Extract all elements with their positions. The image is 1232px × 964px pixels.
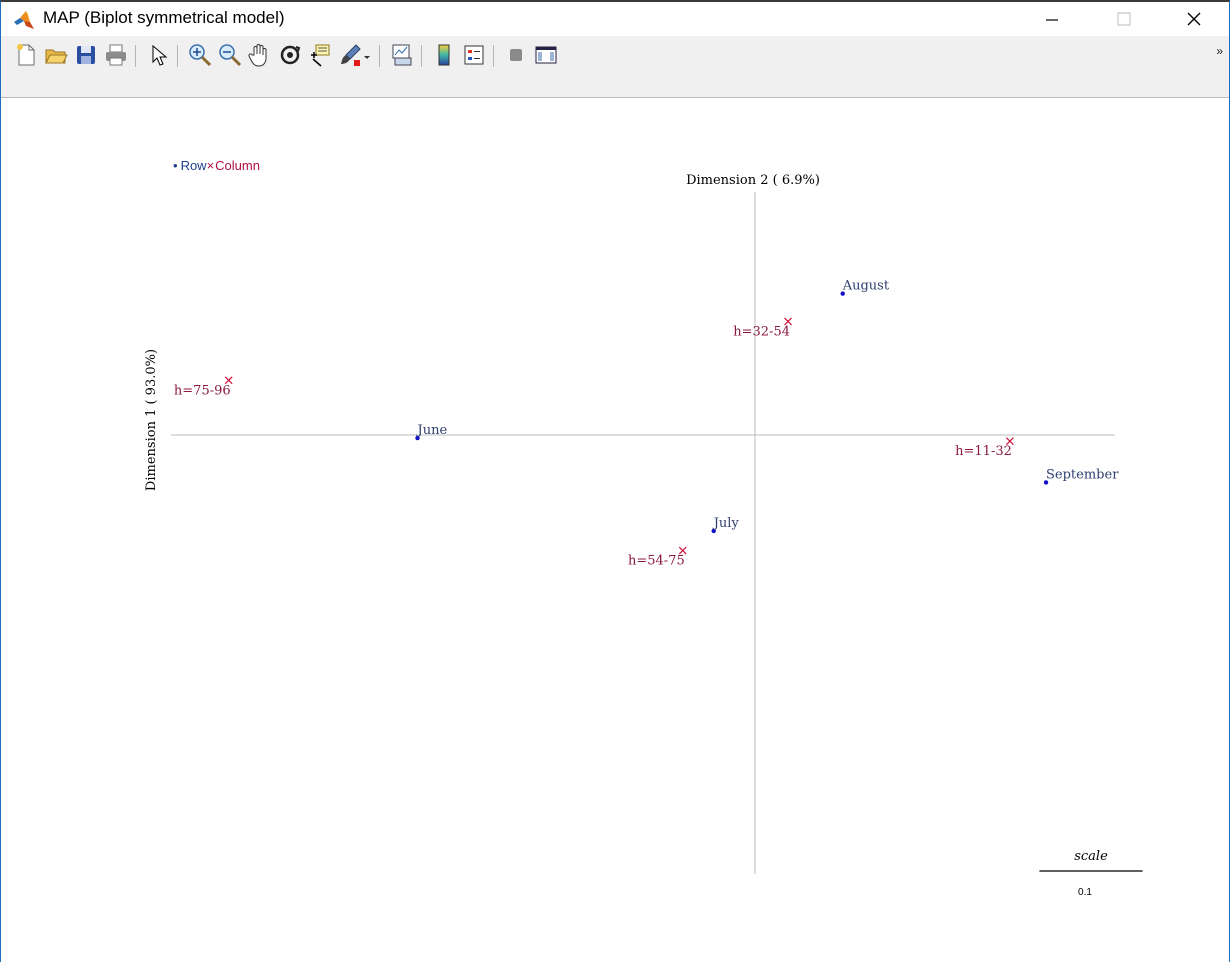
hide-plot-tools-icon [510, 49, 522, 61]
new-figure-button[interactable] [13, 42, 39, 68]
column-point-label-h-54-75: h=54-75 [628, 554, 685, 569]
biplot-axes: • Row×Column Dimension 2 ( 6.9%) Dimensio… [144, 158, 1143, 898]
printer-icon [106, 44, 126, 66]
pan-hand-icon [248, 44, 267, 67]
minimize-icon [1046, 19, 1058, 21]
legend-row-label: Row [181, 158, 208, 173]
toolbar-separator [135, 45, 136, 67]
row-point-label-june: June [416, 423, 448, 438]
scale-title: scale [1074, 849, 1108, 864]
chevron-down-icon [364, 56, 370, 59]
toolbar-separator [493, 45, 494, 67]
print-button[interactable] [103, 42, 129, 68]
colorbar-button[interactable] [431, 42, 457, 68]
edit-plot-button[interactable] [145, 42, 171, 68]
row-point-label-july: July [712, 516, 740, 531]
column-point-label-h-75-96: h=75-96 [174, 383, 231, 398]
pan-button[interactable] [247, 42, 273, 68]
window-title: MAP (Biplot symmetrical model) [43, 8, 285, 27]
toolbar-overflow-button[interactable]: » [1216, 44, 1223, 58]
legend-column-label: Column [215, 158, 260, 173]
scale-bar-label: 0.1 [1078, 887, 1092, 898]
close-icon [1187, 12, 1201, 26]
rotate-3d-button[interactable] [277, 42, 303, 68]
rotate-3d-icon [280, 45, 301, 65]
legend: • Row×Column [173, 158, 260, 173]
new-file-icon [17, 44, 35, 66]
column-point-label-h-32-54: h=32-54 [733, 324, 790, 339]
save-disk-icon [77, 46, 95, 64]
hide-plot-tools-button[interactable] [503, 42, 529, 68]
maximize-button[interactable] [1101, 2, 1147, 36]
zoom-out-button[interactable] [217, 42, 243, 68]
link-plot-icon [392, 44, 412, 66]
legend-row-marker: • [173, 158, 178, 173]
brush-dropdown-button[interactable] [361, 42, 373, 68]
zoom-in-icon [189, 44, 212, 67]
save-button[interactable] [73, 42, 99, 68]
legend-icon [464, 45, 484, 65]
data-points: June August September July h=75-96 h=32-54 h=1… [174, 279, 1119, 569]
column-point-label-h-11-32: h=11-32 [955, 444, 1012, 459]
colorbar-icon [438, 44, 450, 66]
legend-column-marker: × [207, 158, 215, 173]
minimize-button[interactable] [1029, 2, 1075, 36]
toolbar-separator [421, 45, 422, 67]
overflow-chevron-icon: » [1216, 44, 1223, 58]
row-point-label-august: August [842, 279, 890, 294]
figure-toolbar: » [1, 36, 1229, 98]
close-button[interactable] [1171, 2, 1217, 36]
data-cursor-button[interactable] [307, 42, 333, 68]
toolbar-separator [177, 45, 178, 67]
y-axis-label: Dimension 2 ( 6.9%) [686, 173, 820, 188]
link-plot-button[interactable] [389, 42, 415, 68]
show-plot-tools-icon [535, 46, 557, 64]
open-file-button[interactable] [43, 42, 69, 68]
maximize-icon [1117, 12, 1131, 26]
title-bar[interactable]: MAP (Biplot symmetrical model) [1, 2, 1229, 36]
figure-canvas: • Row×Column Dimension 2 ( 6.9%) Dimensio… [1, 98, 1229, 964]
folder-open-icon [45, 49, 68, 64]
figure-window: MAP (Biplot symmetrical model) » • Row×C… [0, 0, 1230, 964]
pointer-arrow-icon [152, 44, 168, 66]
row-point-label-september: September [1046, 467, 1119, 482]
show-plot-tools-button[interactable] [533, 42, 559, 68]
zoom-in-button[interactable] [187, 42, 213, 68]
x-axis-label: Dimension 1 ( 93.0%) [144, 349, 159, 491]
brush-icon [341, 44, 361, 66]
zoom-out-icon [219, 44, 242, 67]
legend-button[interactable] [461, 42, 487, 68]
toolbar-separator [379, 45, 380, 67]
matlab-logo-icon [14, 11, 34, 29]
brush-button[interactable] [337, 42, 363, 68]
data-cursor-icon [311, 44, 330, 67]
